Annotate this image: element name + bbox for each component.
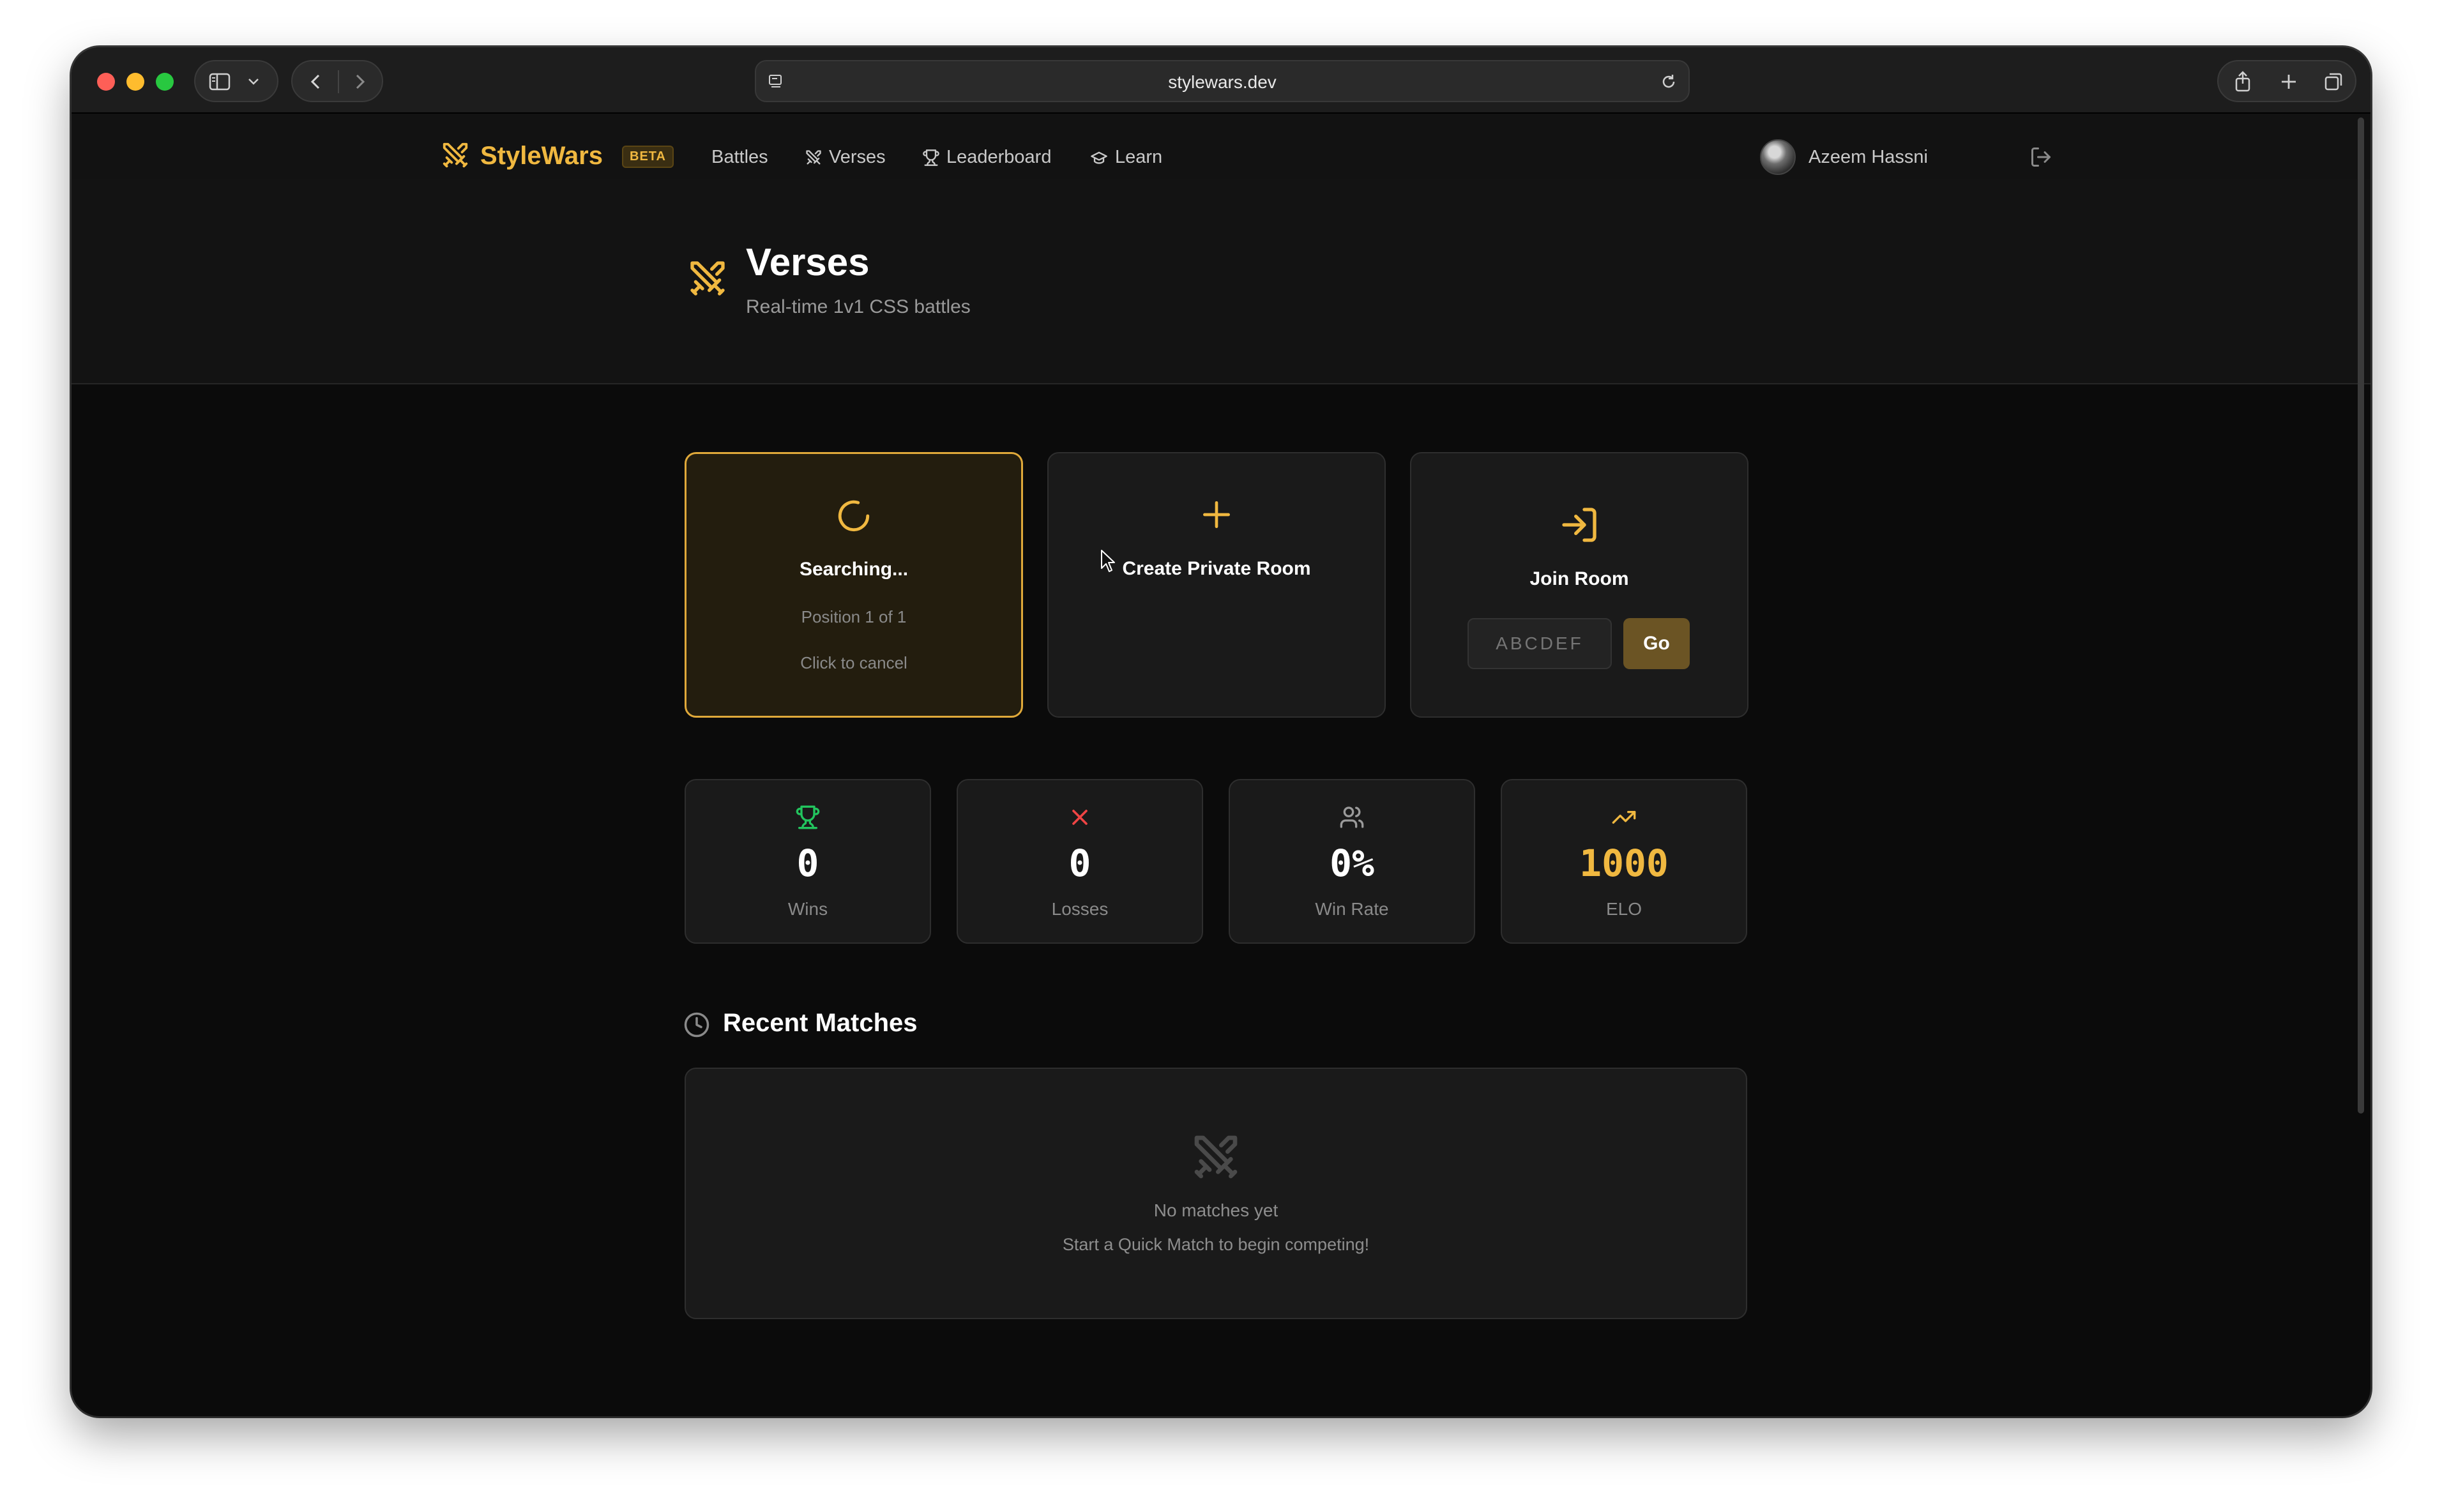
nav-link-label: Learn [1115, 147, 1163, 167]
losses-value: 0 [1068, 842, 1091, 885]
win-rate-label: Win Rate [1315, 899, 1389, 919]
quick-match-card[interactable]: Searching... Position 1 of 1 Click to ca… [685, 452, 1023, 718]
wins-value: 0 [796, 842, 819, 885]
address-bar[interactable]: stylewars.dev [755, 60, 1690, 102]
browser-window: stylewars.dev StyleWars BETA Battles Ver… [72, 47, 2370, 1416]
swords-icon[interactable] [441, 140, 470, 170]
queue-position: Position 1 of 1 [801, 607, 907, 626]
window-actions-group [2217, 60, 2356, 102]
login-icon [1562, 508, 1596, 542]
close-window-button[interactable] [97, 73, 115, 91]
avatar[interactable] [1760, 139, 1796, 175]
history-nav-group [291, 60, 383, 102]
page-scrollbar[interactable] [2358, 117, 2364, 1114]
minimize-window-button[interactable] [126, 73, 144, 91]
stat-card-losses: 0 Losses [957, 779, 1203, 944]
sidebar-icon[interactable] [208, 72, 231, 92]
loader-icon [838, 500, 870, 532]
recent-matches-panel: No matches yet Start a Quick Match to be… [685, 1068, 1747, 1319]
wins-label: Wins [787, 899, 828, 919]
swords-icon [690, 261, 725, 296]
nav-link-learn[interactable]: Learn [1089, 147, 1162, 168]
stat-card-win-rate: 0% Win Rate [1229, 779, 1475, 944]
swords-icon [1194, 1135, 1238, 1179]
win-rate-value: 0% [1330, 842, 1374, 885]
tab-overview-icon[interactable] [2323, 72, 2344, 92]
room-code-input[interactable] [1467, 618, 1612, 669]
empty-state-title: No matches yet [1153, 1200, 1278, 1220]
nav-link-leaderboard[interactable]: Leaderboard [922, 147, 1051, 168]
losses-label: Losses [1051, 899, 1109, 919]
searching-label: Searching... [799, 559, 909, 580]
url-text: stylewars.dev [1168, 72, 1277, 92]
browser-toolbar: stylewars.dev [72, 47, 2370, 114]
create-private-room-label: Create Private Room [1122, 558, 1311, 579]
sidebar-toggle-group[interactable] [194, 60, 278, 102]
clock-icon [684, 1012, 709, 1038]
beta-badge: BETA [622, 146, 674, 168]
mouse-cursor-icon [1101, 550, 1115, 572]
share-icon[interactable] [2233, 70, 2253, 93]
join-room-label: Join Room [1529, 568, 1629, 589]
x-icon [1072, 810, 1088, 825]
elo-value: 1000 [1579, 842, 1669, 885]
nav-link-label: Verses [829, 147, 886, 167]
users-icon [1340, 806, 1364, 828]
recent-matches-heading: Recent Matches [723, 1009, 918, 1037]
forward-icon[interactable] [350, 72, 369, 92]
reload-icon[interactable] [1659, 72, 1678, 91]
back-icon[interactable] [307, 72, 326, 92]
elo-label: ELO [1605, 899, 1642, 919]
nav-link-label: Leaderboard [946, 147, 1052, 167]
chevron-down-icon[interactable] [246, 75, 261, 88]
nav-link-battles[interactable]: Battles [711, 147, 768, 168]
empty-state-subtitle: Start a Quick Match to begin competing! [1062, 1235, 1370, 1254]
page-title: Verses [746, 241, 870, 284]
create-private-room-card[interactable]: Create Private Room [1047, 452, 1386, 718]
cancel-hint: Click to cancel [800, 653, 907, 672]
stat-card-elo: 1000 ELO [1501, 779, 1747, 944]
new-tab-icon[interactable] [2279, 72, 2299, 92]
trophy-icon [796, 805, 820, 829]
plus-icon [1203, 501, 1230, 528]
nav-link-verses[interactable]: Verses [805, 147, 886, 168]
user-name[interactable]: Azeem Hassni [1809, 147, 1928, 168]
stat-card-wins: 0 Wins [685, 779, 931, 944]
brand-name[interactable]: StyleWars [480, 142, 603, 170]
join-room-card: Join Room Go [1410, 452, 1748, 718]
trophy-icon [923, 149, 939, 166]
page-header: Verses Real-time 1v1 CSS battles [72, 179, 2370, 384]
zoom-window-button[interactable] [156, 73, 174, 91]
logout-icon[interactable] [2029, 146, 2052, 169]
page-subtitle: Real-time 1v1 CSS battles [746, 296, 971, 317]
swords-icon [806, 149, 821, 164]
graduation-cap-icon [1091, 151, 1107, 164]
nav-link-label: Battles [711, 147, 768, 167]
trending-up-icon [1612, 811, 1636, 824]
go-button[interactable]: Go [1623, 618, 1690, 669]
